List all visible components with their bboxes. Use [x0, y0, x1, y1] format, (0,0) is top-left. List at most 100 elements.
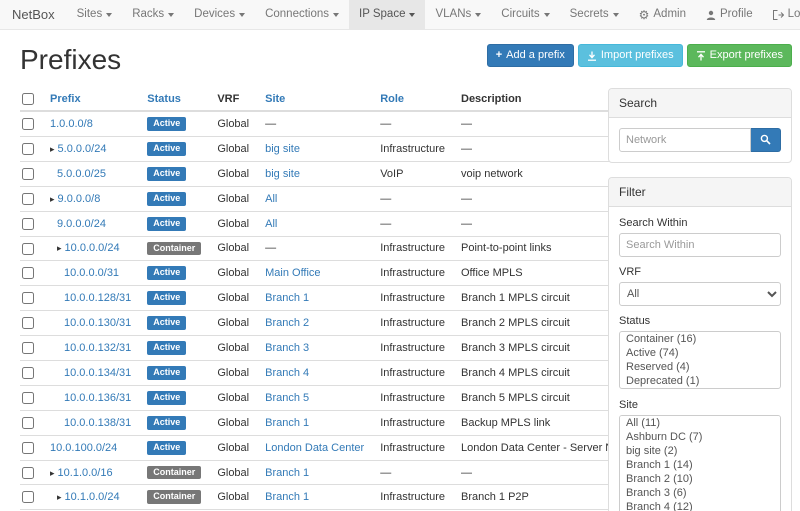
prefix-cell: ▸5.0.0.0/24 [42, 136, 139, 161]
prefix-link[interactable]: 10.0.0.138/31 [64, 417, 131, 429]
role-cell: Infrastructure [372, 236, 453, 261]
import-prefixes-button[interactable]: Import prefixes [578, 44, 683, 67]
nav-item-connections[interactable]: Connections [255, 0, 349, 29]
prefix-cell: ▸10.1.0.0/16 [42, 460, 139, 485]
prefix-link[interactable]: 5.0.0.0/24 [58, 143, 107, 155]
prefix-cell: ▸10.1.0.0/24 [42, 485, 139, 510]
status-filter-select[interactable]: Container (16)Active (74)Reserved (4)Dep… [619, 331, 781, 389]
row-checkbox[interactable] [22, 417, 34, 429]
row-checkbox[interactable] [22, 491, 34, 503]
table-row: ▸5.0.0.0/24ActiveGlobalbig siteInfrastru… [20, 136, 654, 161]
prefix-link[interactable]: 1.0.0.0/8 [50, 118, 93, 130]
nav-item-secrets[interactable]: Secrets [560, 0, 629, 29]
prefix-cell: 10.0.0.136/31 [42, 385, 139, 410]
site-link[interactable]: All [265, 193, 277, 205]
role-cell: Infrastructure [372, 361, 453, 386]
add-prefix-button[interactable]: + Add a prefix [487, 44, 574, 67]
table-row: 10.0.0.138/31ActiveGlobalBranch 1Infrast… [20, 410, 654, 435]
vrf-cell: Global [209, 161, 257, 186]
vrf-cell: Global [209, 385, 257, 410]
table-row: 10.0.0.132/31ActiveGlobalBranch 3Infrast… [20, 336, 654, 361]
row-checkbox[interactable] [22, 218, 34, 230]
row-checkbox[interactable] [22, 317, 34, 329]
search-button[interactable] [751, 128, 781, 152]
role-cell: Infrastructure [372, 336, 453, 361]
nav-item-logout[interactable]: Log out [763, 0, 800, 29]
nav-item-ip-space[interactable]: IP Space [349, 0, 425, 29]
row-checkbox[interactable] [22, 243, 34, 255]
export-prefixes-button[interactable]: Export prefixes [687, 44, 792, 67]
prefix-link[interactable]: 10.0.0.132/31 [64, 342, 131, 354]
nav-item-vlans[interactable]: VLANs [425, 0, 491, 29]
row-checkbox[interactable] [22, 143, 34, 155]
nav-item-sites[interactable]: Sites [67, 0, 123, 29]
site-link[interactable]: big site [265, 143, 300, 155]
prefix-link[interactable]: 9.0.0.0/24 [57, 218, 106, 230]
filter-panel: Filter Search Within VRF All Status Cont… [608, 177, 792, 511]
site-filter-select[interactable]: All (11)Ashburn DC (7)big site (2)Branch… [619, 415, 781, 511]
site-link[interactable]: Branch 1 [265, 467, 309, 479]
column-header-prefix[interactable]: Prefix [50, 93, 81, 105]
nav-item-profile[interactable]: Profile [696, 0, 763, 29]
nav-item-devices[interactable]: Devices [184, 0, 255, 29]
row-checkbox[interactable] [22, 267, 34, 279]
prefix-link[interactable]: 10.0.0.130/31 [64, 317, 131, 329]
row-checkbox[interactable] [22, 342, 34, 354]
site-link[interactable]: Branch 3 [265, 342, 309, 354]
site-link[interactable]: Branch 1 [265, 292, 309, 304]
site-link[interactable]: Branch 5 [265, 392, 309, 404]
status-badge: Active [147, 391, 186, 405]
site-cell: big site [257, 136, 372, 161]
prefix-link[interactable]: 10.1.0.0/16 [58, 467, 113, 479]
row-checkbox[interactable] [22, 118, 34, 130]
search-within-input[interactable] [619, 233, 781, 257]
column-header-site[interactable]: Site [265, 93, 285, 105]
nav-item-label: Secrets [570, 0, 609, 29]
prefix-link[interactable]: 10.0.100.0/24 [50, 442, 117, 454]
brand-link[interactable]: NetBox [0, 0, 67, 29]
row-checkbox[interactable] [22, 467, 34, 479]
prefix-cell: 10.0.0.0/31 [42, 261, 139, 286]
nav-item-admin[interactable]: ⚙ Admin [629, 0, 696, 29]
row-checkbox[interactable] [22, 292, 34, 304]
table-row: 10.0.100.0/24ActiveGlobalLondon Data Cen… [20, 435, 654, 460]
column-header-role[interactable]: Role [380, 93, 404, 105]
row-checkbox[interactable] [22, 168, 34, 180]
prefix-link[interactable]: 10.0.0.128/31 [64, 292, 131, 304]
site-link[interactable]: Branch 1 [265, 417, 309, 429]
prefix-link[interactable]: 10.0.0.0/24 [65, 242, 120, 254]
prefix-link[interactable]: 10.0.0.134/31 [64, 367, 131, 379]
site-link[interactable]: All [265, 218, 277, 230]
role-cell: — [372, 211, 453, 236]
role-cell: Infrastructure [372, 311, 453, 336]
row-checkbox[interactable] [22, 367, 34, 379]
status-badge: Active [147, 192, 186, 206]
row-checkbox[interactable] [22, 442, 34, 454]
vrf-filter-select[interactable]: All [619, 282, 781, 306]
select-all-checkbox[interactable] [22, 93, 34, 105]
prefix-cell: ▸10.0.0.0/24 [42, 236, 139, 261]
status-cell: Active [139, 136, 209, 161]
row-checkbox[interactable] [22, 392, 34, 404]
prefix-link[interactable]: 10.1.0.0/24 [65, 491, 120, 503]
nav-item-circuits[interactable]: Circuits [491, 0, 559, 29]
primary-nav: Sites RacksDevicesConnectionsIP SpaceVLAN… [67, 0, 629, 29]
column-header-status[interactable]: Status [147, 93, 181, 105]
nav-item-racks[interactable]: Racks [122, 0, 184, 29]
site-cell: London Data Center [257, 435, 372, 460]
vrf-cell: Global [209, 261, 257, 286]
search-input[interactable] [619, 128, 751, 152]
prefix-link[interactable]: 5.0.0.0/25 [57, 168, 106, 180]
prefix-link[interactable]: 10.0.0.0/31 [64, 267, 119, 279]
nav-item-label: Sites [77, 0, 103, 29]
prefix-link[interactable]: 9.0.0.0/8 [58, 193, 101, 205]
site-link[interactable]: London Data Center [265, 442, 364, 454]
row-checkbox[interactable] [22, 193, 34, 205]
site-link[interactable]: Main Office [265, 267, 320, 279]
expand-caret-icon: ▸ [50, 195, 55, 205]
prefix-link[interactable]: 10.0.0.136/31 [64, 392, 131, 404]
site-link[interactable]: big site [265, 168, 300, 180]
site-link[interactable]: Branch 2 [265, 317, 309, 329]
site-link[interactable]: Branch 1 [265, 491, 309, 503]
site-link[interactable]: Branch 4 [265, 367, 309, 379]
